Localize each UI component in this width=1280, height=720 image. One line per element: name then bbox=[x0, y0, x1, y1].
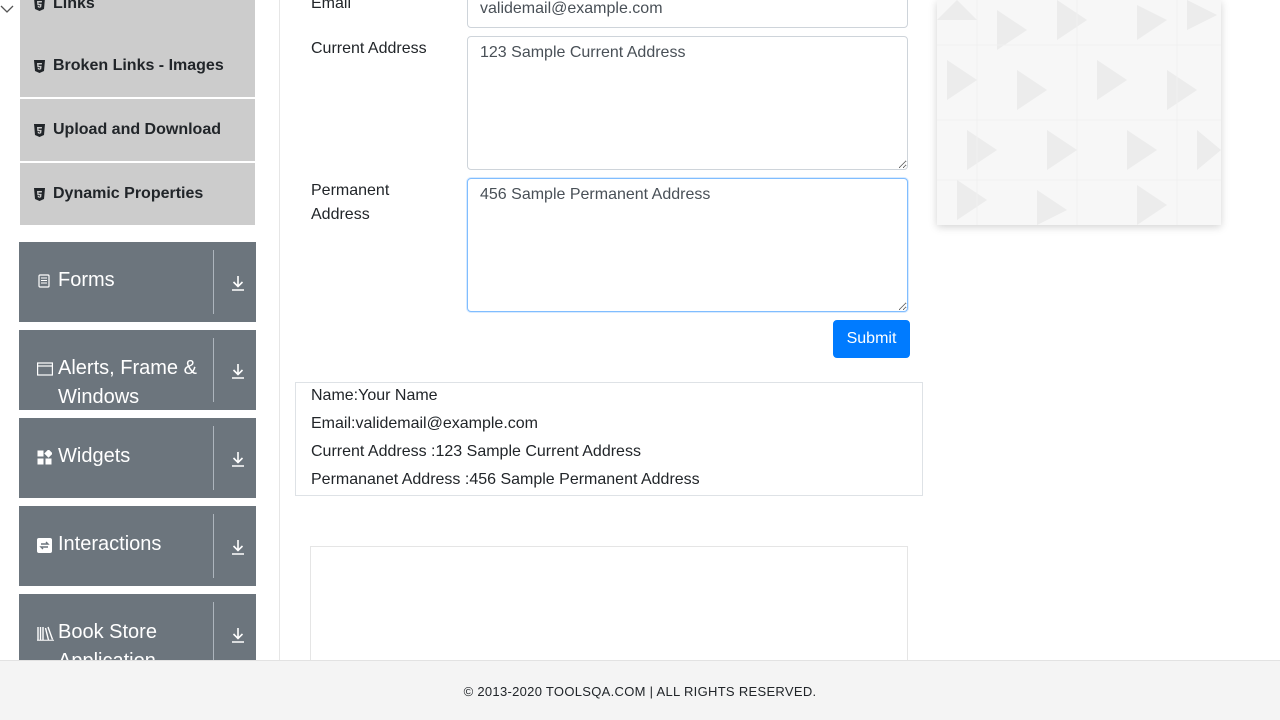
output-permanent-address: Permananet Address :456 Sample Permanent… bbox=[311, 471, 700, 488]
sidebar-item-dynamic-properties[interactable]: Dynamic Properties bbox=[20, 163, 255, 225]
sidebar-item-upload-download[interactable]: Upload and Download bbox=[20, 99, 255, 161]
sidebar-group-widgets[interactable]: Widgets bbox=[19, 418, 256, 498]
group-label: Widgets bbox=[58, 445, 131, 467]
group-label: Alerts, Frame & Windows bbox=[58, 357, 197, 408]
footer: © 2013-2020 TOOLSQA.COM | ALL RIGHTS RES… bbox=[0, 660, 1280, 720]
divider bbox=[213, 426, 214, 490]
html5-icon bbox=[34, 123, 45, 137]
download-arrow-icon[interactable] bbox=[229, 450, 247, 468]
output-current-address: Current Address :123 Sample Current Addr… bbox=[311, 443, 641, 460]
current-address-field[interactable]: 123 Sample Current Address bbox=[467, 36, 908, 170]
window-icon bbox=[37, 362, 54, 376]
group-label: Book Store Application bbox=[58, 621, 157, 660]
group-label: Forms bbox=[58, 269, 115, 291]
download-arrow-icon[interactable] bbox=[229, 626, 247, 644]
sidebar-item-label: Links bbox=[53, 0, 95, 12]
divider bbox=[213, 602, 214, 660]
bookstore-icon bbox=[37, 626, 54, 641]
html5-icon bbox=[34, 0, 45, 11]
output-name: Name:Your Name bbox=[311, 387, 438, 404]
sidebar-group-alerts-frame-windows[interactable]: Alerts, Frame & Windows bbox=[19, 330, 256, 410]
divider bbox=[213, 338, 214, 402]
banner-pattern bbox=[937, 0, 1221, 225]
html5-icon bbox=[34, 187, 45, 201]
widgets-icon bbox=[37, 449, 53, 465]
chevron-down-icon[interactable] bbox=[0, 0, 14, 18]
download-arrow-icon[interactable] bbox=[229, 362, 247, 380]
permanent-address-field[interactable]: 456 Sample Permanent Address bbox=[467, 178, 908, 312]
divider bbox=[213, 514, 214, 578]
sidebar-item-label: Dynamic Properties bbox=[53, 185, 204, 202]
interactions-icon bbox=[37, 538, 52, 553]
sidebar-group-forms[interactable]: Forms bbox=[19, 242, 256, 322]
sidebar: Links Broken Links - Images Upload and D… bbox=[0, 0, 280, 660]
sidebar-group-interactions[interactable]: Interactions bbox=[19, 506, 256, 586]
copyright-text: © 2013-2020 TOOLSQA.COM | ALL RIGHTS RES… bbox=[463, 684, 817, 699]
divider bbox=[213, 250, 214, 314]
sidebar-item-label: Upload and Download bbox=[53, 121, 221, 138]
submit-button[interactable]: Submit bbox=[833, 320, 910, 358]
download-arrow-icon[interactable] bbox=[229, 538, 247, 556]
output-panel: Name:Your Name Email:validemail@example.… bbox=[295, 382, 923, 496]
sidebar-group-book-store[interactable]: Book Store Application bbox=[19, 594, 256, 660]
permanent-address-label: Permanent Address bbox=[311, 182, 390, 223]
html5-icon bbox=[34, 59, 45, 73]
current-address-label: Current Address bbox=[311, 40, 427, 57]
email-label: Email bbox=[311, 0, 352, 12]
sidebar-item-links[interactable]: Links bbox=[20, 0, 255, 35]
email-field[interactable] bbox=[467, 0, 908, 28]
sidebar-item-broken-links[interactable]: Broken Links - Images bbox=[20, 35, 255, 97]
download-arrow-icon[interactable] bbox=[229, 274, 247, 292]
output-email: Email:validemail@example.com bbox=[311, 415, 538, 432]
form-icon bbox=[37, 274, 51, 288]
sidebar-item-label: Broken Links - Images bbox=[53, 57, 224, 74]
group-label: Interactions bbox=[58, 533, 162, 555]
ad-placeholder bbox=[310, 546, 908, 676]
side-banner[interactable] bbox=[937, 0, 1221, 225]
